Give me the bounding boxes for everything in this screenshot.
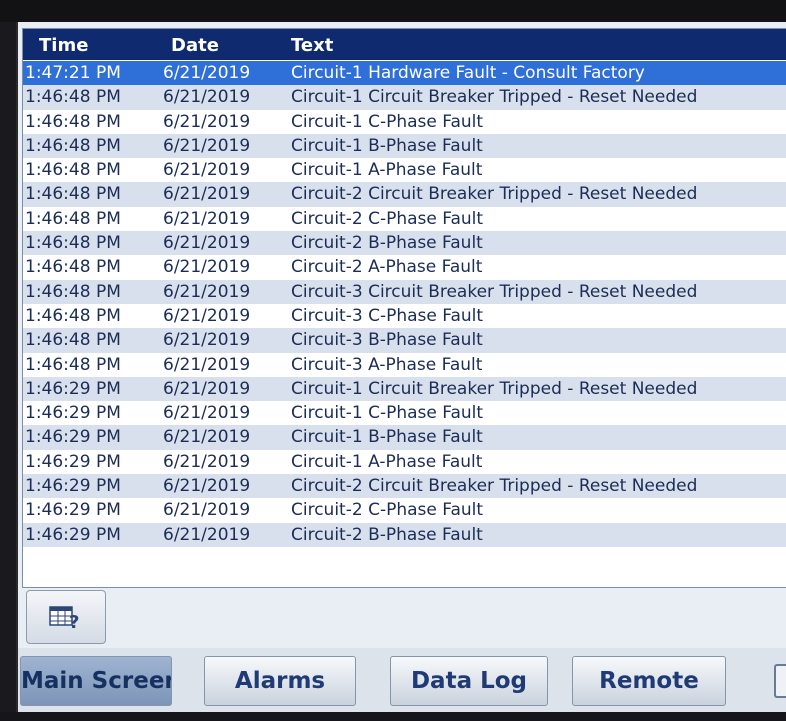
row-time: 1:46:48 PM bbox=[25, 135, 121, 156]
row-date: 6/21/2019 bbox=[163, 451, 251, 472]
row-time: 1:46:29 PM bbox=[25, 378, 121, 399]
device-bezel-top bbox=[0, 0, 786, 22]
svg-text:?: ? bbox=[69, 612, 79, 631]
row-date: 6/21/2019 bbox=[163, 476, 251, 497]
row-text: Circuit-1 B-Phase Fault bbox=[291, 135, 483, 156]
table-row[interactable]: 1:46:29 PM 6/21/2019 Circuit-2 C-Phase Fau… bbox=[23, 498, 786, 522]
row-date: 6/21/2019 bbox=[163, 500, 251, 521]
table-row[interactable]: 1:46:29 PM 6/21/2019 Circuit-2 B-Phase Fau… bbox=[23, 522, 786, 547]
table-row[interactable]: 1:46:29 PM 6/21/2019 Circuit-2 Circuit Bre… bbox=[23, 474, 786, 499]
row-text: Circuit-1 Hardware Fault - Consult Facto… bbox=[291, 63, 645, 83]
row-date: 6/21/2019 bbox=[163, 184, 251, 205]
row-date: 6/21/2019 bbox=[163, 403, 251, 424]
data-log-button[interactable]: Data Log bbox=[390, 656, 548, 706]
row-date: 6/21/2019 bbox=[163, 63, 251, 83]
table-row[interactable]: 1:46:48 PM 6/21/2019 Circuit-2 C-Phase Fau… bbox=[23, 207, 786, 231]
table-row[interactable]: 1:46:29 PM 6/21/2019 Circuit-1 C-Phase Fau… bbox=[23, 401, 786, 425]
device-bezel-bottom bbox=[0, 712, 786, 721]
alarms-button[interactable]: Alarms bbox=[204, 656, 356, 706]
table-row[interactable]: 1:46:48 PM 6/21/2019 Circuit-2 A-Phase Fau… bbox=[23, 255, 786, 279]
row-text: Circuit-1 Circuit Breaker Tripped - Rese… bbox=[291, 378, 698, 399]
row-time: 1:46:48 PM bbox=[25, 330, 121, 351]
row-text: Circuit-2 A-Phase Fault bbox=[291, 257, 483, 278]
table-row[interactable]: 1:46:48 PM 6/21/2019 Circuit-3 Circuit Bre… bbox=[23, 279, 786, 304]
table-row[interactable]: 1:46:48 PM 6/21/2019 Circuit-2 B-Phase Fau… bbox=[23, 231, 786, 256]
row-time: 1:46:48 PM bbox=[25, 305, 121, 326]
table-row[interactable]: 1:46:48 PM 6/21/2019 Circuit-1 Circuit Bre… bbox=[23, 85, 786, 110]
alarm-log-table: Time Date Text 1:47:21 PM 6/21/2019 Circui… bbox=[22, 28, 786, 588]
table-row[interactable]: 1:46:29 PM 6/21/2019 Circuit-1 Circuit Bre… bbox=[23, 376, 786, 402]
row-text: Circuit-3 Circuit Breaker Tripped - Rese… bbox=[291, 281, 698, 302]
row-text: Circuit-1 C-Phase Fault bbox=[291, 111, 484, 132]
row-date: 6/21/2019 bbox=[163, 378, 251, 399]
row-date: 6/21/2019 bbox=[163, 281, 251, 302]
table-help-icon: ? bbox=[49, 606, 79, 631]
row-time: 1:46:29 PM bbox=[25, 476, 121, 497]
row-text: Circuit-2 Circuit Breaker Tripped - Rese… bbox=[291, 476, 698, 497]
row-time: 1:46:29 PM bbox=[25, 403, 121, 424]
row-time: 1:46:29 PM bbox=[25, 500, 121, 521]
row-time: 1:46:48 PM bbox=[25, 160, 121, 181]
row-text: Circuit-3 C-Phase Fault bbox=[291, 305, 484, 326]
row-time: 1:46:29 PM bbox=[25, 451, 121, 472]
row-date: 6/21/2019 bbox=[163, 427, 251, 448]
row-text: Circuit-2 B-Phase Fault bbox=[291, 233, 483, 254]
row-date: 6/21/2019 bbox=[163, 87, 251, 108]
row-text: Circuit-2 C-Phase Fault bbox=[291, 500, 484, 521]
table-row[interactable]: 1:46:48 PM 6/21/2019 Circuit-3 B-Phase Fau… bbox=[23, 328, 786, 353]
row-date: 6/21/2019 bbox=[163, 257, 251, 278]
row-text: Circuit-2 C-Phase Fault bbox=[291, 208, 484, 229]
row-date: 6/21/2019 bbox=[163, 305, 251, 326]
row-date: 6/21/2019 bbox=[163, 524, 251, 545]
table-row[interactable]: 1:46:29 PM 6/21/2019 Circuit-1 A-Phase Fau… bbox=[23, 450, 786, 474]
row-time: 1:46:48 PM bbox=[25, 281, 121, 302]
row-date: 6/21/2019 bbox=[163, 330, 251, 351]
row-date: 6/21/2019 bbox=[163, 160, 251, 181]
row-time: 1:46:29 PM bbox=[25, 524, 121, 545]
row-time: 1:46:48 PM bbox=[25, 233, 121, 254]
row-time: 1:46:48 PM bbox=[25, 354, 121, 375]
navigation-bar: Main Screen Alarms Data Log Remote bbox=[18, 648, 786, 712]
header-text[interactable]: Text bbox=[291, 35, 333, 56]
table-header: Time Date Text bbox=[23, 29, 786, 60]
row-time: 1:47:21 PM bbox=[25, 63, 121, 83]
row-text: Circuit-2 Circuit Breaker Tripped - Rese… bbox=[291, 184, 698, 205]
header-time[interactable]: Time bbox=[39, 35, 88, 56]
row-text: Circuit-1 A-Phase Fault bbox=[291, 160, 483, 181]
row-text: Circuit-1 A-Phase Fault bbox=[291, 451, 483, 472]
hmi-screen: Time Date Text 1:47:21 PM 6/21/2019 Circui… bbox=[16, 22, 786, 712]
remote-button[interactable]: Remote bbox=[572, 656, 726, 706]
row-date: 6/21/2019 bbox=[163, 208, 251, 229]
row-time: 1:46:48 PM bbox=[25, 111, 121, 132]
row-date: 6/21/2019 bbox=[163, 354, 251, 375]
row-date: 6/21/2019 bbox=[163, 233, 251, 254]
table-row[interactable]: 1:46:48 PM 6/21/2019 Circuit-1 C-Phase Fau… bbox=[23, 110, 786, 134]
row-time: 1:46:48 PM bbox=[25, 184, 121, 205]
row-text: Circuit-1 C-Phase Fault bbox=[291, 403, 484, 424]
table-body: 1:47:21 PM 6/21/2019 Circuit-1 Hardware Fa… bbox=[23, 61, 786, 547]
table-row[interactable]: 1:46:48 PM 6/21/2019 Circuit-3 C-Phase Fau… bbox=[23, 304, 786, 328]
table-row[interactable]: 1:47:21 PM 6/21/2019 Circuit-1 Hardware Fa… bbox=[23, 61, 786, 86]
row-time: 1:46:48 PM bbox=[25, 87, 121, 108]
row-date: 6/21/2019 bbox=[163, 111, 251, 132]
table-row[interactable]: 1:46:29 PM 6/21/2019 Circuit-1 B-Phase Fau… bbox=[23, 425, 786, 450]
main-screen-button[interactable]: Main Screen bbox=[20, 656, 172, 706]
table-row[interactable]: 1:46:48 PM 6/21/2019 Circuit-1 A-Phase Fau… bbox=[23, 158, 786, 182]
table-row[interactable]: 1:46:48 PM 6/21/2019 Circuit-3 A-Phase Fau… bbox=[23, 353, 786, 377]
table-row[interactable]: 1:46:48 PM 6/21/2019 Circuit-2 Circuit Bre… bbox=[23, 182, 786, 207]
row-text: Circuit-1 Circuit Breaker Tripped - Rese… bbox=[291, 87, 698, 108]
row-text: Circuit-1 B-Phase Fault bbox=[291, 427, 483, 448]
table-row[interactable]: 1:46:48 PM 6/21/2019 Circuit-1 B-Phase Fau… bbox=[23, 133, 786, 159]
partial-side-button[interactable] bbox=[774, 664, 786, 698]
row-text: Circuit-3 B-Phase Fault bbox=[291, 330, 483, 351]
header-date[interactable]: Date bbox=[171, 35, 219, 56]
row-text: Circuit-2 B-Phase Fault bbox=[291, 524, 483, 545]
table-help-button[interactable]: ? bbox=[26, 590, 106, 644]
row-time: 1:46:48 PM bbox=[25, 257, 121, 278]
row-time: 1:46:48 PM bbox=[25, 208, 121, 229]
row-date: 6/21/2019 bbox=[163, 135, 251, 156]
row-text: Circuit-3 A-Phase Fault bbox=[291, 354, 483, 375]
row-time: 1:46:29 PM bbox=[25, 427, 121, 448]
